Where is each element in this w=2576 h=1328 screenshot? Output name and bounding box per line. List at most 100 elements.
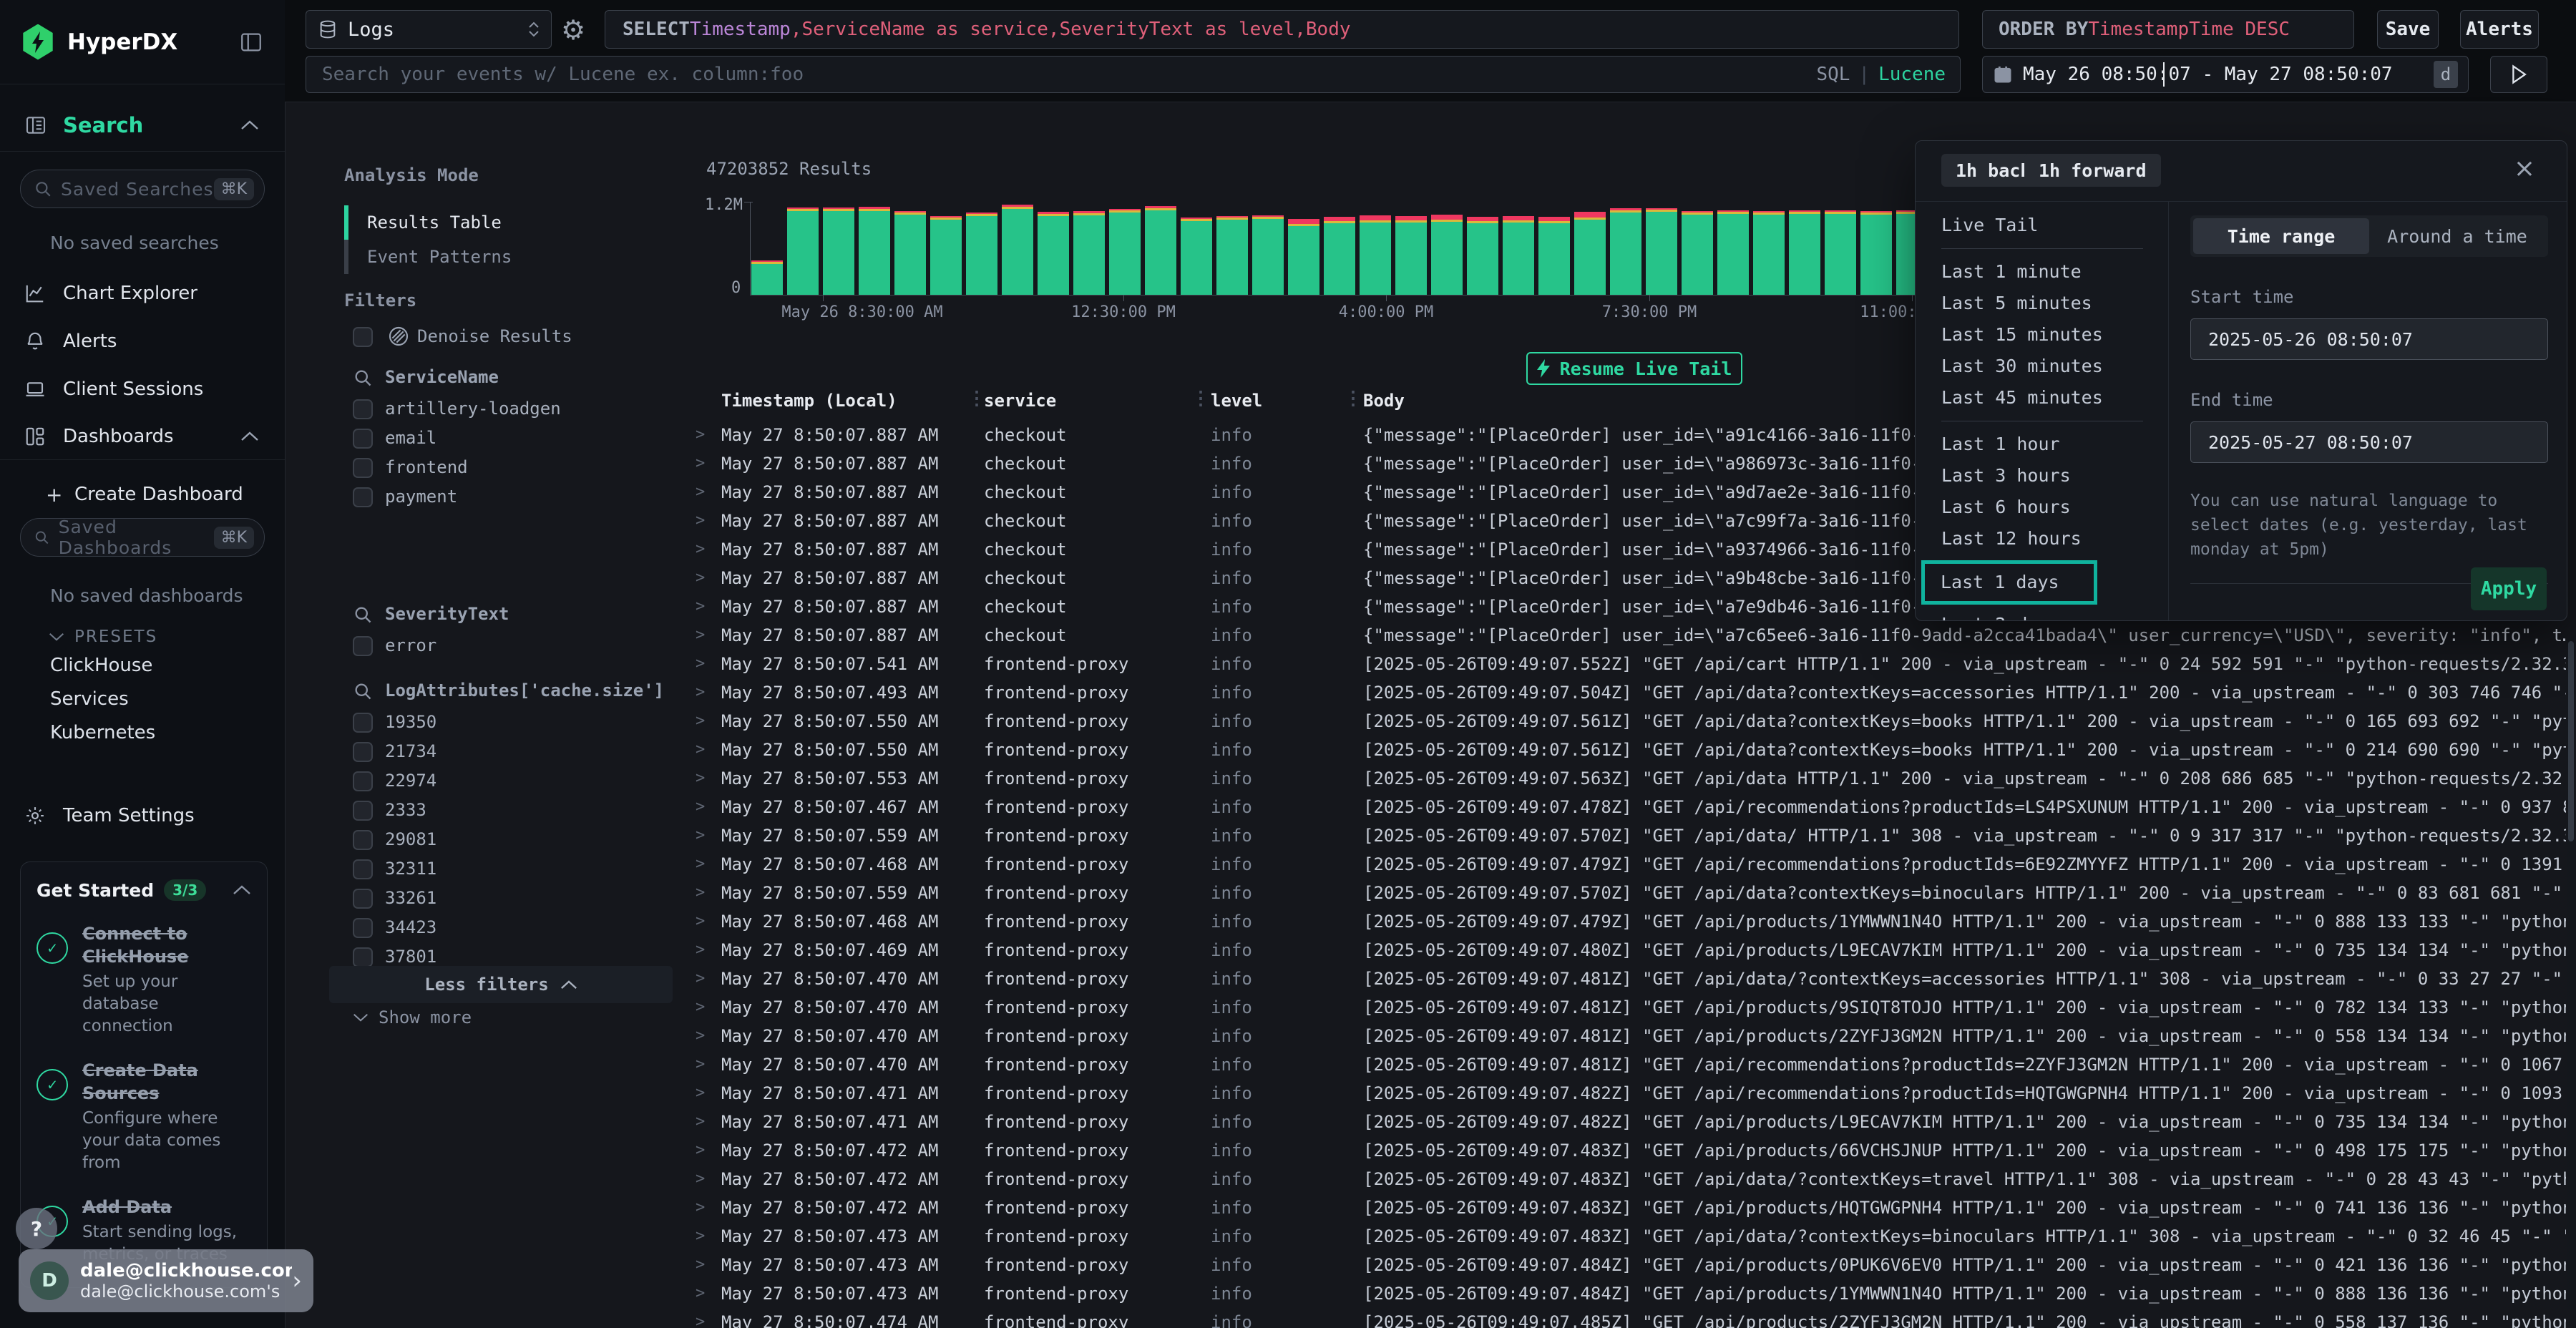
timerange-option[interactable]: Last 3 hours bbox=[1916, 460, 2168, 492]
histogram-bar[interactable] bbox=[1073, 211, 1105, 295]
column-resize-handle[interactable]: ⋮ bbox=[1191, 388, 1210, 409]
filter-checkbox[interactable] bbox=[353, 918, 373, 938]
preset-dashboard-clickhouse[interactable]: ClickHouse bbox=[50, 655, 152, 676]
histogram-bar[interactable] bbox=[1753, 211, 1785, 295]
histogram-bar[interactable] bbox=[1002, 205, 1033, 295]
event-search-bar[interactable]: SQL | Lucene bbox=[306, 56, 1961, 93]
filter-option-label[interactable]: artillery-loadgen bbox=[385, 399, 561, 419]
timerange-option[interactable]: Last 2 days bbox=[1916, 609, 2168, 621]
histogram-bar[interactable] bbox=[823, 208, 854, 295]
histogram-bar[interactable] bbox=[1109, 209, 1141, 295]
chevron-up-icon[interactable] bbox=[240, 431, 259, 442]
table-row[interactable]: >May 27 8:50:07.541 AMfrontend-proxyinfo… bbox=[687, 650, 2576, 678]
row-expand-icon[interactable]: > bbox=[696, 965, 705, 993]
vertical-scrollbar[interactable] bbox=[2567, 637, 2575, 1309]
row-expand-icon[interactable]: > bbox=[696, 650, 705, 678]
row-expand-icon[interactable]: > bbox=[696, 736, 705, 764]
row-expand-icon[interactable]: > bbox=[696, 1022, 705, 1050]
histogram-bar[interactable] bbox=[1789, 210, 1820, 295]
start-time-input[interactable]: 2025-05-26 08:50:07 bbox=[2190, 318, 2548, 360]
filter-option-label[interactable]: email bbox=[385, 428, 436, 448]
field-search-icon[interactable] bbox=[353, 681, 373, 701]
end-time-input[interactable]: 2025-05-27 08:50:07 bbox=[2190, 421, 2548, 463]
filter-option-label[interactable]: 19350 bbox=[385, 712, 436, 732]
table-row[interactable]: >May 27 8:50:07.473 AMfrontend-proxyinfo… bbox=[687, 1222, 2576, 1251]
filter-option-label[interactable]: 37801 bbox=[385, 947, 436, 967]
histogram-bar[interactable] bbox=[859, 207, 890, 295]
table-row[interactable]: >May 27 8:50:07.493 AMfrontend-proxyinfo… bbox=[687, 678, 2576, 707]
histogram-bar[interactable] bbox=[966, 213, 997, 295]
table-row[interactable]: >May 27 8:50:07.467 AMfrontend-proxyinfo… bbox=[687, 793, 2576, 821]
column-header-body[interactable]: Body bbox=[1363, 391, 1405, 411]
histogram-bar[interactable] bbox=[894, 211, 926, 295]
filter-option-label[interactable]: 21734 bbox=[385, 741, 436, 761]
row-expand-icon[interactable]: > bbox=[696, 1222, 705, 1251]
preset-dashboard-kubernetes[interactable]: Kubernetes bbox=[50, 722, 155, 743]
help-button[interactable]: ? bbox=[16, 1208, 57, 1249]
row-expand-icon[interactable]: > bbox=[696, 421, 705, 449]
table-row[interactable]: >May 27 8:50:07.550 AMfrontend-proxyinfo… bbox=[687, 707, 2576, 736]
timerange-option[interactable]: Live Tail bbox=[1916, 210, 2168, 241]
filter-option-label[interactable]: error bbox=[385, 635, 436, 655]
histogram-bar[interactable] bbox=[1538, 217, 1570, 295]
table-row[interactable]: >May 27 8:50:07.472 AMfrontend-proxyinfo… bbox=[687, 1136, 2576, 1165]
column-header-level[interactable]: level bbox=[1211, 391, 1262, 411]
resume-live-tail-button[interactable]: Resume Live Tail bbox=[1526, 352, 1742, 385]
sidebar-collapse-icon[interactable] bbox=[239, 30, 263, 54]
table-row[interactable]: >May 27 8:50:07.553 AMfrontend-proxyinfo… bbox=[687, 764, 2576, 793]
table-row[interactable]: >May 27 8:50:07.472 AMfrontend-proxyinfo… bbox=[687, 1193, 2576, 1222]
row-expand-icon[interactable]: > bbox=[696, 1079, 705, 1108]
histogram-bar[interactable] bbox=[1717, 210, 1749, 295]
histogram-bar[interactable] bbox=[1288, 219, 1319, 295]
language-toggle-lucene[interactable]: Lucene bbox=[1878, 64, 1946, 85]
filter-option-label[interactable]: 32311 bbox=[385, 859, 436, 879]
table-row[interactable]: >May 27 8:50:07.469 AMfrontend-proxyinfo… bbox=[687, 936, 2576, 965]
timerange-option[interactable]: Last 30 minutes bbox=[1916, 351, 2168, 382]
row-expand-icon[interactable]: > bbox=[696, 1308, 705, 1328]
filter-checkbox[interactable] bbox=[353, 801, 373, 821]
timerange-option[interactable]: Last 6 hours bbox=[1916, 492, 2168, 523]
histogram-bar[interactable] bbox=[1395, 216, 1427, 295]
row-expand-icon[interactable]: > bbox=[696, 564, 705, 592]
save-button[interactable]: Save bbox=[2377, 10, 2439, 49]
histogram-bar[interactable] bbox=[1252, 215, 1284, 295]
histogram-bar[interactable] bbox=[1181, 218, 1212, 295]
histogram-bar[interactable] bbox=[930, 216, 962, 295]
filter-checkbox[interactable] bbox=[353, 487, 373, 507]
checklist-item[interactable]: ✓ Connect to ClickHouse Set up your data… bbox=[36, 922, 251, 1038]
table-row[interactable]: >May 27 8:50:07.559 AMfrontend-proxyinfo… bbox=[687, 879, 2576, 907]
row-expand-icon[interactable]: > bbox=[696, 678, 705, 707]
time-range-input[interactable]: May 26 08:50:07 - May 27 08:50:07 d bbox=[1982, 56, 2469, 93]
filter-option-label[interactable]: payment bbox=[385, 487, 457, 507]
language-toggle-sql[interactable]: SQL bbox=[1816, 64, 1850, 85]
histogram-bar[interactable] bbox=[1145, 206, 1176, 295]
less-filters-button[interactable]: Less filters bbox=[329, 966, 673, 1003]
filter-option-label[interactable]: 34423 bbox=[385, 917, 436, 937]
sidebar-item-dashboards[interactable]: Dashboards bbox=[0, 415, 285, 458]
presets-toggle[interactable]: PRESETS bbox=[0, 621, 285, 653]
source-settings-gear-icon[interactable]: ⚙ bbox=[561, 14, 585, 46]
sidebar-item-team-settings[interactable]: Team Settings bbox=[0, 794, 285, 837]
row-expand-icon[interactable]: > bbox=[696, 793, 705, 821]
timerange-option[interactable]: Last 15 minutes bbox=[1916, 319, 2168, 351]
row-expand-icon[interactable]: > bbox=[696, 821, 705, 850]
show-more-toggle[interactable]: Show more bbox=[353, 1007, 472, 1027]
row-expand-icon[interactable]: > bbox=[696, 535, 705, 564]
close-icon[interactable]: × bbox=[2514, 154, 2535, 183]
user-account-chip[interactable]: D dale@clickhouse.com dale@clickhouse.co… bbox=[19, 1249, 313, 1312]
field-search-icon[interactable] bbox=[353, 368, 373, 388]
filter-checkbox[interactable] bbox=[353, 742, 373, 762]
timerange-option[interactable]: Last 1 hour bbox=[1916, 429, 2168, 460]
run-query-button[interactable] bbox=[2490, 56, 2547, 93]
create-dashboard-button[interactable]: + Create Dashboard bbox=[0, 475, 285, 514]
source-select[interactable]: Logs bbox=[306, 10, 552, 49]
filter-checkbox[interactable] bbox=[353, 947, 373, 967]
sidebar-item-chart-explorer[interactable]: Chart Explorer bbox=[0, 272, 285, 315]
table-row[interactable]: >May 27 8:50:07.470 AMfrontend-proxyinfo… bbox=[687, 1022, 2576, 1050]
timerange-option[interactable]: Last 5 minutes bbox=[1916, 288, 2168, 319]
column-resize-handle[interactable]: ⋮ bbox=[1344, 388, 1362, 409]
filter-option-label[interactable]: frontend bbox=[385, 457, 468, 477]
histogram-bar[interactable] bbox=[1610, 208, 1641, 295]
table-row[interactable]: >May 27 8:50:07.470 AMfrontend-proxyinfo… bbox=[687, 1050, 2576, 1079]
histogram-bar[interactable] bbox=[1646, 208, 1677, 295]
